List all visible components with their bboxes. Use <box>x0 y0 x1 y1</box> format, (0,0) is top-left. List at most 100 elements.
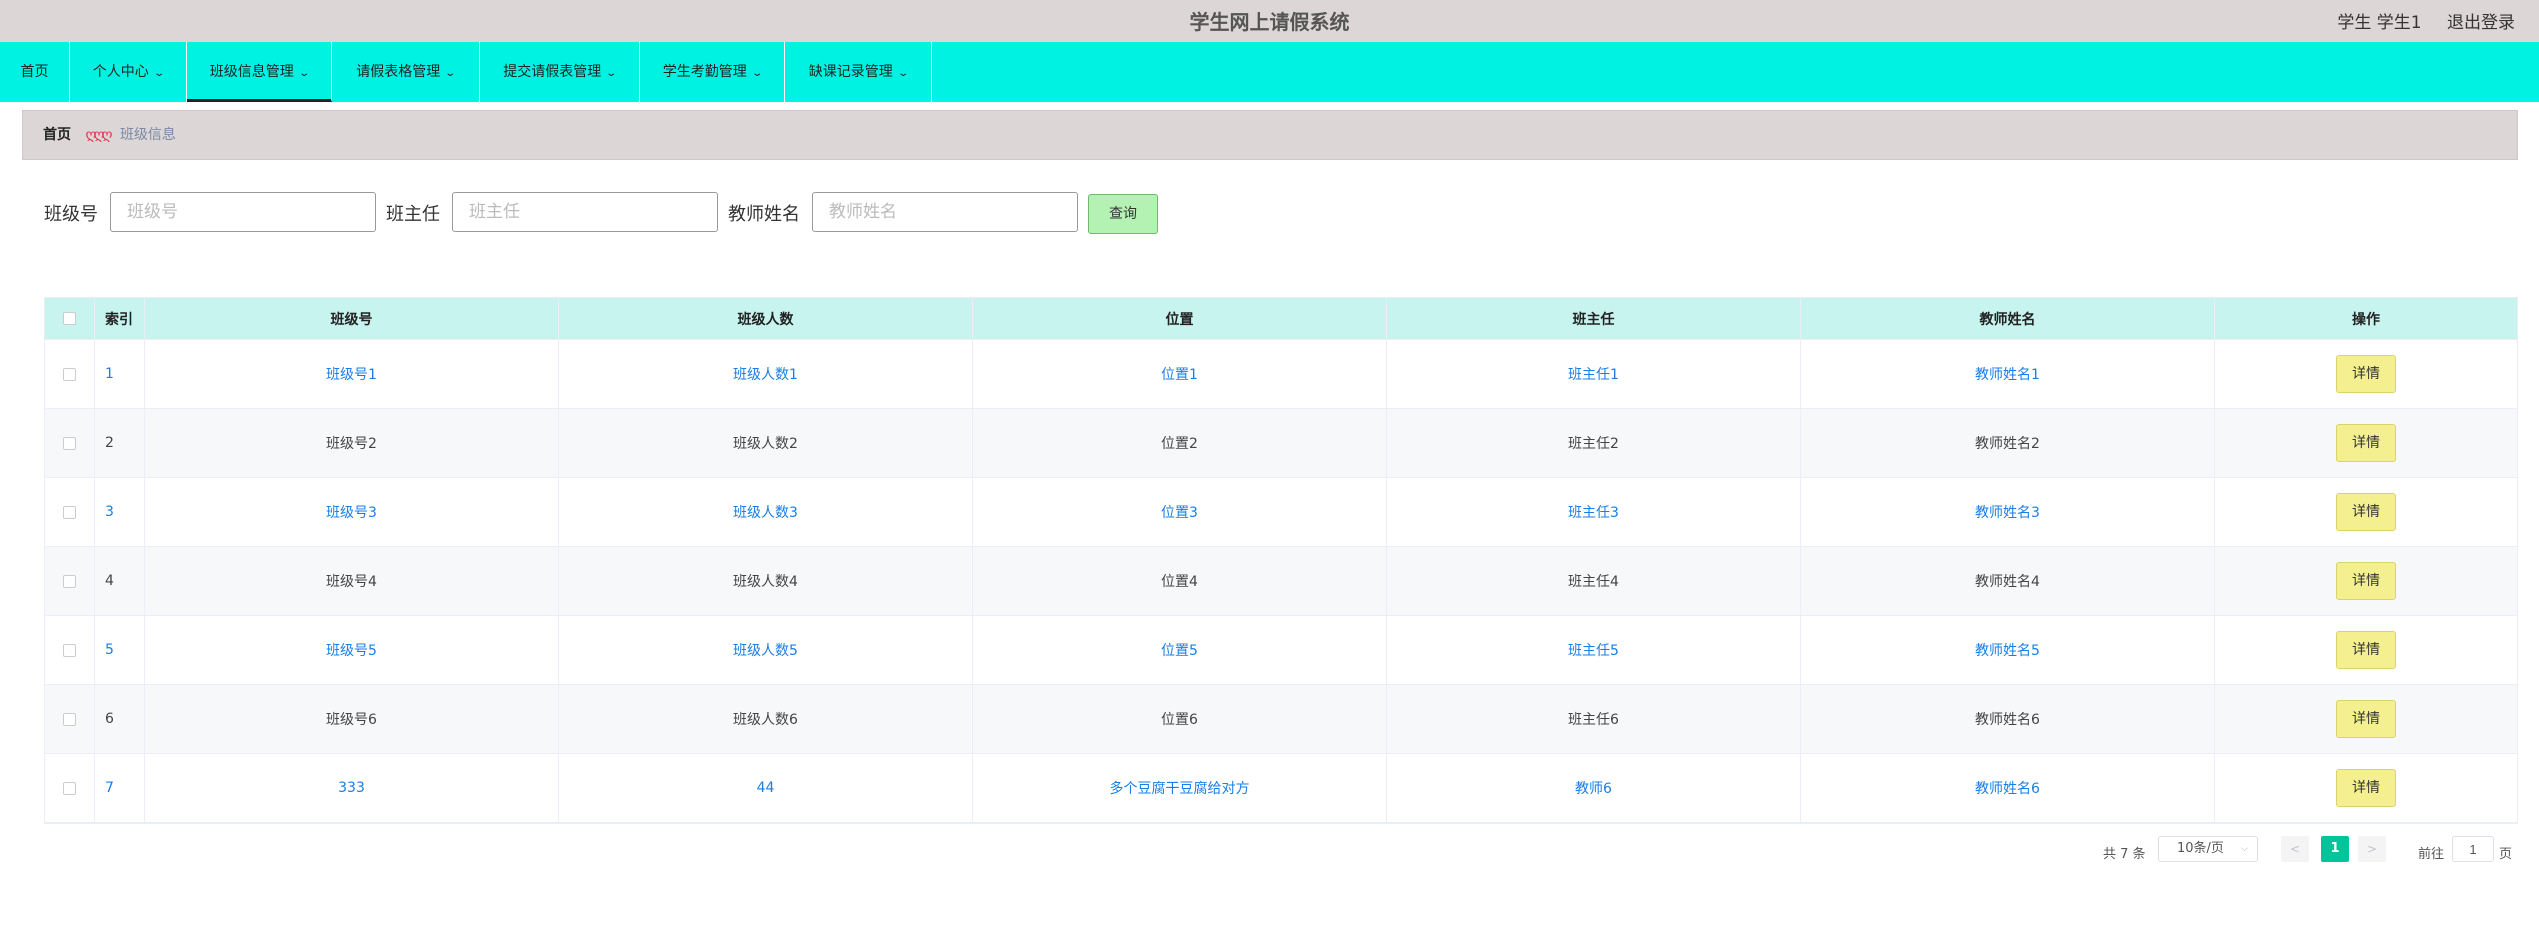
goto-page-input[interactable] <box>2452 836 2494 862</box>
chevron-down-icon: ⌄ <box>153 68 165 79</box>
row-checkbox[interactable] <box>63 436 76 450</box>
cell-class-no[interactable]: 班级号3 <box>145 478 559 546</box>
cell-teacher-name[interactable]: 教师姓名3 <box>1801 478 2215 546</box>
search-teacher-name-input[interactable] <box>812 192 1078 232</box>
user-area: 学生 学生1 退出登录 <box>2317 8 2515 33</box>
page-size-select[interactable]: 10条/页 ⌵ <box>2158 836 2258 862</box>
row-select-cell <box>45 340 95 408</box>
breadcrumb-home[interactable]: 首页 <box>43 127 71 143</box>
detail-button[interactable]: 详情 <box>2336 700 2396 738</box>
breadcrumb: 首页 ღღღ 班级信息 <box>22 110 2518 160</box>
cell-class-size: 班级人数6 <box>559 685 973 753</box>
cell-class-size: 班级人数4 <box>559 547 973 615</box>
cell-class-size[interactable]: 班级人数3 <box>559 478 973 546</box>
cell-head-teacher: 班主任6 <box>1387 685 1801 753</box>
cell-class-no: 班级号6 <box>145 685 559 753</box>
table-row: 4 班级号4 班级人数4 位置4 班主任4 教师姓名4 详情 <box>45 547 2517 616</box>
cell-class-size[interactable]: 班级人数1 <box>559 340 973 408</box>
select-all-checkbox[interactable] <box>63 312 76 325</box>
nav-attendance[interactable]: 学生考勤管理 ⌄ <box>640 42 785 102</box>
row-checkbox[interactable] <box>63 781 76 795</box>
cell-actions: 详情 <box>2215 616 2517 684</box>
logout-link[interactable]: 退出登录 <box>2447 13 2515 33</box>
search-form: 班级号 班主任 教师姓名 查询 <box>22 192 1222 234</box>
cell-location[interactable]: 位置3 <box>973 478 1387 546</box>
main-nav: 首页 个人中心 ⌄ 班级信息管理 ⌄ 请假表格管理 ⌄ 提交请假表管理 ⌄ 学生考勤管理… <box>0 42 2539 102</box>
row-select-cell <box>45 478 95 546</box>
cell-teacher-name: 教师姓名4 <box>1801 547 2215 615</box>
nav-submit-leave[interactable]: 提交请假表管理 ⌄ <box>480 42 640 102</box>
row-checkbox[interactable] <box>63 712 76 726</box>
cell-teacher-name: 教师姓名2 <box>1801 409 2215 477</box>
search-head-teacher-input[interactable] <box>452 192 718 232</box>
query-button[interactable]: 查询 <box>1088 194 1158 234</box>
chevron-down-icon: ⌄ <box>605 68 618 79</box>
column-header: 位置 <box>973 298 1387 339</box>
cell-head-teacher[interactable]: 班主任3 <box>1387 478 1801 546</box>
nav-attendance-label: 学生考勤管理 <box>662 64 747 80</box>
cell-teacher-name[interactable]: 教师姓名5 <box>1801 616 2215 684</box>
nav-class-info-label: 班级信息管理 <box>209 64 294 80</box>
cell-location: 位置4 <box>973 547 1387 615</box>
column-header: 班级人数 <box>559 298 973 339</box>
nav-leave-form-label: 请假表格管理 <box>356 64 441 80</box>
nav-submit-leave-label: 提交请假表管理 <box>503 64 602 80</box>
column-header: 教师姓名 <box>1801 298 2215 339</box>
table-row: 6 班级号6 班级人数6 位置6 班主任6 教师姓名6 详情 <box>45 685 2517 754</box>
cell-head-teacher[interactable]: 班主任1 <box>1387 340 1801 408</box>
nav-absence-record-label: 缺课记录管理 <box>808 64 893 80</box>
row-checkbox[interactable] <box>63 367 76 381</box>
detail-button[interactable]: 详情 <box>2336 424 2396 462</box>
detail-button[interactable]: 详情 <box>2336 631 2396 669</box>
cell-teacher-name[interactable]: 教师姓名1 <box>1801 340 2215 408</box>
cell-class-no[interactable]: 班级号5 <box>145 616 559 684</box>
cell-class-no[interactable]: 333 <box>145 754 559 822</box>
nav-absence-record[interactable]: 缺课记录管理 ⌄ <box>785 42 932 102</box>
cell-index[interactable]: 5 <box>95 616 145 684</box>
next-page-button[interactable]: > <box>2358 836 2386 862</box>
cell-index[interactable]: 7 <box>95 754 145 822</box>
cell-index[interactable]: 3 <box>95 478 145 546</box>
column-header: 索引 <box>95 298 145 339</box>
nav-leave-form[interactable]: 请假表格管理 ⌄ <box>332 42 480 102</box>
cell-head-teacher[interactable]: 教师6 <box>1387 754 1801 822</box>
cell-class-size[interactable]: 44 <box>559 754 973 822</box>
table-body: 1 班级号1 班级人数1 位置1 班主任1 教师姓名1 详情 2 班级号2 班级人数2 位置2 班主任… <box>45 340 2517 823</box>
detail-button[interactable]: 详情 <box>2336 769 2396 807</box>
row-checkbox[interactable] <box>63 505 76 519</box>
cell-location[interactable]: 多个豆腐干豆腐给对方 <box>973 754 1387 822</box>
cell-location[interactable]: 位置5 <box>973 616 1387 684</box>
cell-location[interactable]: 位置1 <box>973 340 1387 408</box>
cell-class-size[interactable]: 班级人数5 <box>559 616 973 684</box>
pagination-total: 共 7 条 <box>2103 847 2146 862</box>
pagination: 共 7 条 10条/页 ⌵ < 1 > 前往 页 <box>22 836 2518 866</box>
cell-index[interactable]: 1 <box>95 340 145 408</box>
cell-teacher-name[interactable]: 教师姓名6 <box>1801 754 2215 822</box>
nav-personal-center[interactable]: 个人中心 ⌄ <box>70 42 187 102</box>
column-header: 操作 <box>2352 311 2380 328</box>
detail-button[interactable]: 详情 <box>2336 562 2396 600</box>
cell-class-size: 班级人数2 <box>559 409 973 477</box>
row-checkbox[interactable] <box>63 643 76 657</box>
cell-head-teacher[interactable]: 班主任5 <box>1387 616 1801 684</box>
search-head-teacher-label: 班主任 <box>386 204 440 225</box>
row-checkbox[interactable] <box>63 574 76 588</box>
search-class-no-input[interactable] <box>110 192 376 232</box>
prev-page-button[interactable]: < <box>2281 836 2309 862</box>
top-header: 学生网上请假系统 学生 学生1 退出登录 <box>0 0 2539 42</box>
table-row: 3 班级号3 班级人数3 位置3 班主任3 教师姓名3 详情 <box>45 478 2517 547</box>
column-header: 班主任 <box>1387 298 1801 339</box>
cell-actions: 详情 <box>2215 478 2517 546</box>
class-info-table: 索引 班级号 班级人数 位置 班主任 教师姓名 操作 1 班级号1 班级人数1 位置1… <box>44 297 2518 824</box>
app-title: 学生网上请假系统 <box>1189 10 1350 34</box>
chevron-down-icon: ⌄ <box>751 68 763 79</box>
cell-class-no[interactable]: 班级号1 <box>145 340 559 408</box>
detail-button[interactable]: 详情 <box>2336 493 2396 531</box>
page-number-1[interactable]: 1 <box>2321 836 2349 862</box>
nav-home[interactable]: 首页 <box>0 42 70 102</box>
table-row: 5 班级号5 班级人数5 位置5 班主任5 教师姓名5 详情 <box>45 616 2517 685</box>
nav-class-info[interactable]: 班级信息管理 ⌄ <box>187 42 332 102</box>
select-all-cell <box>45 298 95 339</box>
row-select-cell <box>45 547 95 615</box>
detail-button[interactable]: 详情 <box>2336 355 2396 393</box>
